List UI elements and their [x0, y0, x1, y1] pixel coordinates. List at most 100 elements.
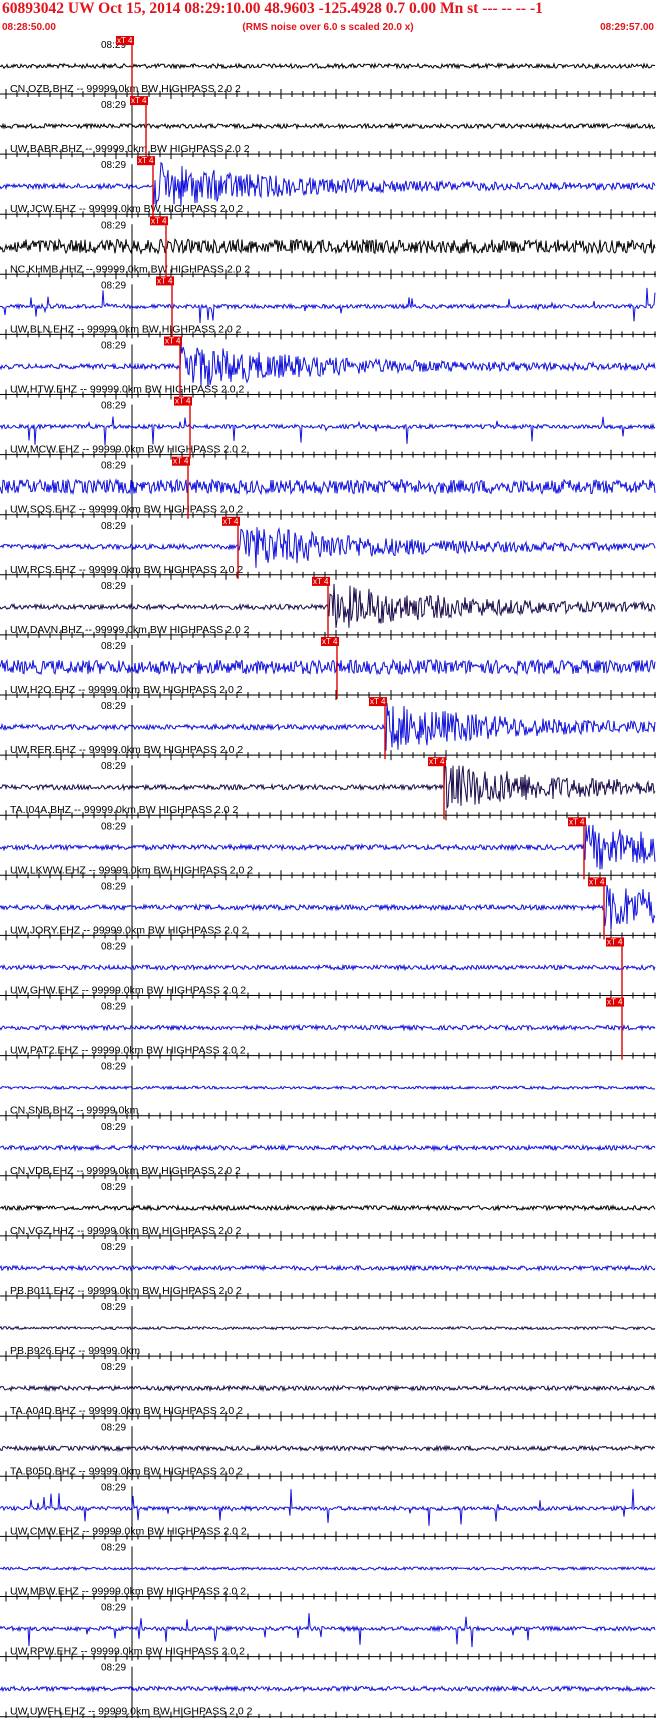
- trace-row: 08:29 CN.SNB.BHZ -- 99999.0km: [0, 1062, 656, 1121]
- trace-row: 08:29 UW.RCS.EHZ -- 99999.0km BW HIGHPASS…: [0, 516, 656, 580]
- pick-label: xT 4: [589, 877, 605, 886]
- seismic-waveform: [0, 122, 656, 130]
- seismic-waveform: [0, 527, 656, 568]
- trace-row: 08:29 UW.CMW.EHZ -- 99999.0km BW HIGHPASS…: [0, 1482, 656, 1542]
- station-label: UW.RCS.EHZ -- 99999.0km BW HIGHPASS 2.0 …: [10, 564, 243, 576]
- station-label: UW.MBW.EHZ -- 99999.0km BW HIGHPASS 2.0 …: [10, 1586, 246, 1598]
- pick-label: xT 4: [429, 757, 445, 766]
- station-label: TA.B05D.BHZ -- 99999.0km BW HIGHPASS 2.0…: [10, 1465, 243, 1477]
- trace-row: 08:29 UW.SQS.EHZ -- 99999.0km BW HIGHPASS…: [0, 456, 656, 520]
- seismic-waveform: [0, 478, 656, 496]
- trace-row: 08:29 UW.LKWW.EHZ -- 99999.0km BW HIGHPAS…: [0, 817, 656, 881]
- trace-row: 08:29 UW.RER.EHZ -- 99999.0km BW HIGHPASS…: [0, 697, 656, 761]
- minute-label: 08:29: [101, 1422, 126, 1433]
- station-label: PB.B926.EHZ -- 99999.0km: [10, 1345, 140, 1357]
- station-label: CN.OZB.BHZ -- 99999.0km BW HIGHPASS 2.0 …: [10, 83, 241, 95]
- minute-label: 08:29: [101, 1062, 126, 1073]
- minute-label: 08:29: [101, 1663, 126, 1674]
- pick-label: xT 4: [313, 577, 329, 586]
- pick-label: xT 4: [322, 637, 338, 646]
- pick-label: xT 4: [157, 276, 173, 285]
- seismic-waveform: [0, 287, 656, 324]
- station-label: CN.VDB.EHZ -- 99999.0km BW HIGHPASS 2.0 …: [10, 1165, 241, 1177]
- trace-row: 08:29 UW.HTW.EHZ -- 99999.0km BW HIGHPASS…: [0, 336, 656, 400]
- minute-label: 08:29: [101, 701, 126, 712]
- minute-label: 08:29: [101, 581, 126, 592]
- minute-label: 08:29: [101, 401, 126, 412]
- pick-label: xT 4: [151, 216, 167, 225]
- station-label: UW.H2O.EHZ -- 99999.0km BW HIGHPASS 2.0 …: [10, 684, 243, 696]
- minute-label: 08:29: [101, 521, 126, 532]
- minute-label: 08:29: [101, 1362, 126, 1373]
- trace-row: 08:29 UW.MCW.EHZ -- 99999.0km BW HIGHPASS…: [0, 396, 656, 460]
- station-label: UW.GHW.EHZ -- 99999.0km BW HIGHPASS 2.0 …: [10, 985, 246, 997]
- pick-label: xT 4: [223, 517, 239, 526]
- seismic-waveform: [0, 764, 656, 810]
- trace-row: 08:29 UW.UWFH.EHZ -- 99999.0km BW HIGHPAS…: [0, 1663, 656, 1718]
- pick-label: xT 4: [131, 96, 147, 105]
- station-label: PB.B011.EHZ -- 99999.0km BW HIGHPASS 2.0…: [10, 1285, 242, 1297]
- seismic-waveform: [0, 1613, 656, 1648]
- seismic-waveform: [0, 1143, 656, 1152]
- minute-label: 08:29: [101, 461, 126, 472]
- station-label: UW.DAVN.BHZ -- 99999.0km BW HIGHPASS 2.0…: [10, 624, 250, 636]
- trace-row: 08:29 UW.DAVN.BHZ -- 99999.0km BW HIGHPAS…: [0, 576, 656, 640]
- station-label: UW.SQS.EHZ -- 99999.0km BW HIGHPASS 2.0 …: [10, 504, 243, 516]
- trace-row: 08:29 NC.KHMB.HHZ -- 99999.0km BW HIGHPAS…: [0, 216, 656, 280]
- seismic-waveform: [0, 1565, 656, 1572]
- minute-label: 08:29: [101, 160, 126, 171]
- station-label: UW.JCW.EHZ -- 99999.0km BW HIGHPASS 2.0 …: [10, 203, 243, 215]
- station-label: TA.A04D.BHZ -- 99999.0km BW HIGHPASS 2.0…: [10, 1405, 243, 1417]
- trace-row: 08:29 UW.JCW.EHZ -- 99999.0km BW HIGHPASS…: [0, 156, 656, 220]
- seismic-waveform: [0, 1488, 656, 1526]
- seismic-waveform: [0, 824, 656, 870]
- trace-row: 08:29 TA.A04D.BHZ -- 99999.0km BW HIGHPAS…: [0, 1362, 656, 1422]
- station-label: UW.LKWW.EHZ -- 99999.0km BW HIGHPASS 2.0…: [10, 864, 253, 876]
- trace-row: 08:29 CN.VDB.EHZ -- 99999.0km BW HIGHPASS…: [0, 1122, 656, 1181]
- seismic-waveform: [0, 238, 656, 255]
- station-label: TA.I04A.BHZ -- 99999.0km BW HIGHPASS 2.0…: [10, 804, 239, 816]
- minute-label: 08:29: [101, 1482, 126, 1493]
- seismic-waveform: [0, 1384, 656, 1393]
- seismic-waveform: [0, 1203, 656, 1212]
- station-label: UW.RER.EHZ -- 99999.0km BW HIGHPASS 2.0 …: [10, 744, 243, 756]
- station-label: UW.BLN.EHZ -- 99999.0km BW HIGHPASS 2.0 …: [10, 323, 242, 335]
- pick-label: xT 4: [607, 998, 623, 1007]
- seismic-waveform: [0, 1085, 656, 1091]
- minute-label: 08:29: [101, 220, 126, 231]
- seismogram-plot: 08:29 CN.OZB.BHZ -- 99999.0km BW HIGHPASS…: [0, 36, 656, 1718]
- minute-label: 08:29: [101, 821, 126, 832]
- pick-label: xT 4: [607, 938, 623, 947]
- trace-row: 08:29 TA.I04A.BHZ -- 99999.0km BW HIGHPAS…: [0, 757, 656, 821]
- pick-label: xT 4: [370, 697, 386, 706]
- station-label: NC.KHMB.HHZ -- 99999.0km BW HIGHPASS 2.0…: [10, 263, 250, 275]
- trace-row: 08:29 UW.GHW.EHZ -- 99999.0km BW HIGHPASS…: [0, 937, 656, 1001]
- trace-row: 08:29 UW.BABR.BHZ -- 99999.0km BW HIGHPAS…: [0, 96, 656, 160]
- minute-label: 08:29: [101, 641, 126, 652]
- minute-label: 08:29: [101, 761, 126, 772]
- station-label: UW.RPW.EHZ -- 99999.0km BW HIGHPASS 2.0 …: [10, 1646, 245, 1658]
- trace-row: 08:29 UW.H2O.EHZ -- 99999.0km BW HIGHPASS…: [0, 637, 656, 700]
- seismic-waveform: [0, 1023, 656, 1032]
- pick-label: xT 4: [165, 337, 181, 346]
- trace-row: 08:29 CN.VGZ.HHZ -- 99999.0km BW HIGHPASS…: [0, 1182, 656, 1241]
- trace-row: 08:29 PB.B926.EHZ -- 99999.0km: [0, 1302, 656, 1362]
- seismic-waveform: [0, 1684, 656, 1693]
- trace-row: 08:29 TA.B05D.BHZ -- 99999.0km BW HIGHPAS…: [0, 1422, 656, 1482]
- station-label: CN.SNB.BHZ -- 99999.0km: [10, 1105, 139, 1117]
- station-label: UW.CMW.EHZ -- 99999.0km BW HIGHPASS 2.0 …: [10, 1525, 247, 1537]
- trace-row: 08:29 UW.MBW.EHZ -- 99999.0km BW HIGHPASS…: [0, 1543, 656, 1602]
- minute-label: 08:29: [101, 1302, 126, 1313]
- minute-label: 08:29: [101, 100, 126, 111]
- minute-label: 08:29: [101, 942, 126, 953]
- seismic-waveform: [0, 1264, 656, 1272]
- station-label: UW.JORY.EHZ -- 99999.0km BW HIGHPASS 2.0…: [10, 924, 248, 936]
- seismic-waveform: [0, 1444, 656, 1453]
- seismic-waveform: [0, 345, 656, 387]
- minute-label: 08:29: [101, 1182, 126, 1193]
- seismic-waveform: [0, 884, 656, 930]
- station-label: UW.BABR.BHZ -- 99999.0km BW HIGHPASS 2.0…: [10, 143, 250, 155]
- trace-row: 08:29 PB.B011.EHZ -- 99999.0km BW HIGHPAS…: [0, 1242, 656, 1301]
- pick-label: xT 4: [569, 817, 585, 826]
- seismic-waveform: [0, 62, 656, 70]
